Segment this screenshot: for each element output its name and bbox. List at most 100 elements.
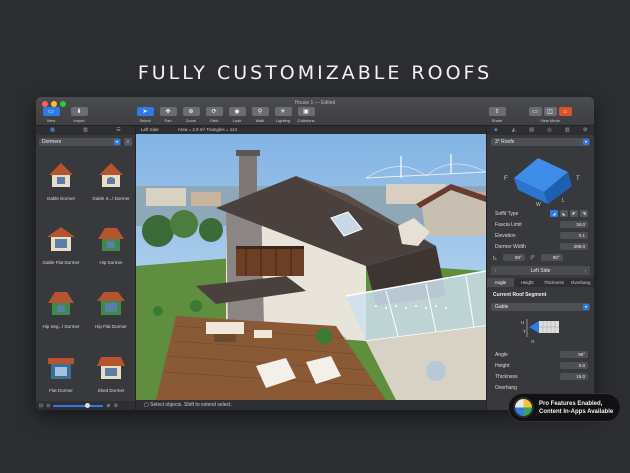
chevron-down-icon: ▾ [583, 304, 589, 310]
segment-tabs: Angle Height Thickness Overhang [487, 278, 594, 287]
share-button[interactable]: ⇧ Share [488, 107, 506, 123]
library-tab-materials[interactable]: ▥ [69, 126, 102, 135]
zoom-icon: ⊕ [182, 107, 200, 116]
search-icon[interactable]: ⌕ [124, 138, 132, 146]
view-mode-split-icon: ◫ [543, 107, 557, 116]
library-item[interactable]: Gable S...l Dormer [86, 157, 136, 213]
library-item[interactable]: Shed Dormer [86, 349, 136, 405]
look-tool-button[interactable]: ◉ Look [228, 107, 246, 123]
segment-angle-field[interactable]: 90° [560, 351, 588, 358]
promo-title: FULLY CUSTOMIZABLE ROOFS [137, 62, 493, 84]
settings-icon[interactable]: ⚙ [114, 403, 118, 409]
angle-b-field[interactable]: 90° [540, 254, 563, 261]
inspector-tab-material[interactable]: ◭ [505, 126, 523, 135]
inspector-tab-camera[interactable]: ◎ [540, 126, 558, 135]
segment-thickness-field[interactable]: 15.0 [560, 373, 588, 380]
pan-icon: ✥ [159, 107, 177, 116]
library-item[interactable]: Hip Dormer [86, 221, 136, 277]
slider-knob[interactable] [85, 402, 91, 408]
library-item[interactable]: Gable Dormer [36, 157, 86, 213]
tab-height[interactable]: Height [514, 278, 541, 287]
grid-view-icon[interactable]: ⊟ [39, 403, 43, 409]
gable-flat-dormer-thumbnail [47, 227, 75, 251]
chevron-left-icon[interactable]: ‹ [491, 268, 500, 274]
toolbar-left: ▭ View ⬇ Import [40, 107, 90, 123]
orbit-tool-button[interactable]: ⟳ Orbit [205, 107, 223, 123]
elevation-row: Elevation 0.1 [487, 230, 594, 241]
pan-tool-button[interactable]: ✥ Pan [159, 107, 177, 123]
chevron-right-icon[interactable]: › [581, 268, 590, 274]
fascia-limit-field[interactable]: 34.0 [560, 221, 588, 228]
svg-text:L: L [562, 198, 565, 204]
document-title: House 1 — Edited [294, 100, 336, 106]
dormer-width-row: Dormer Width 289.0 [487, 241, 594, 252]
hip-dormer-thumbnail [98, 228, 124, 251]
app-logo [513, 397, 534, 418]
angle-a-field[interactable]: 90° [502, 254, 525, 261]
library-item[interactable]: Gable Flat Dormer [36, 221, 86, 277]
zoom-out-icon[interactable]: ⊖ [46, 403, 50, 409]
import-button[interactable]: ⬇ Import [68, 107, 90, 123]
select-tool-button[interactable]: ➤ Select [136, 107, 154, 123]
scene-stats: Area = 2.9 m² Triangles = 114 [177, 127, 237, 132]
status-text: Select objects. Shift to extend select. [150, 402, 232, 408]
angle-right-icon: ◸ [530, 254, 535, 261]
collisions-tool-button[interactable]: ▣ Collisions [297, 107, 315, 123]
library-tab-objects[interactable]: ▦ [36, 126, 69, 135]
segment-title: Current Roof Segment [493, 292, 547, 298]
toolbar-tools: ➤ Select ✥ Pan ⊕ Zoom ⟳ Orbit ◉ Look ⚲ Walk ☀ L… [136, 107, 315, 123]
side-selector[interactable]: ‹ Left Side › [491, 266, 590, 275]
soffit-type-2-button[interactable]: ◣ [560, 210, 568, 217]
tab-angle[interactable]: Angle [487, 278, 514, 287]
svg-text:O: O [531, 339, 535, 344]
3d-scene[interactable] [136, 126, 486, 400]
inspector-tab-settings[interactable]: ⚙ [576, 126, 594, 135]
walk-tool-button[interactable]: ⚲ Walk [251, 107, 269, 123]
viewport-header: Left Side Area = 2.9 m² Triangles = 114 [136, 126, 486, 134]
soffit-type-4-button[interactable]: ◥ [580, 210, 588, 217]
category-select[interactable]: Dormers ▾ [39, 138, 121, 146]
dormer-width-field[interactable]: 289.0 [560, 243, 588, 250]
library-item[interactable]: Hip Seg...l Dormer [36, 285, 86, 341]
inspector-tab-object[interactable]: ◈ [487, 126, 505, 135]
library-item[interactable]: Flat Dormer [36, 349, 86, 405]
segment-height-row: Height 0.0 [487, 360, 594, 371]
look-icon: ◉ [228, 107, 246, 116]
inspector-tabs: ◈ ◭ ▤ ◎ ▥ ⚙ [487, 126, 594, 135]
tab-thickness[interactable]: Thickness [541, 278, 568, 287]
segment-diagram: H T O [521, 319, 559, 344]
soffit-type-1-button[interactable]: ◢ [550, 210, 558, 217]
hip-segmental-dormer-thumbnail [48, 292, 74, 315]
library-tab-list[interactable]: ☰ [102, 126, 135, 135]
title-bar: House 1 — Edited ▭ View ⬇ Import ➤ Select… [36, 97, 594, 126]
roof-diagram: F T W L [504, 158, 580, 208]
fascia-limit-row: Fascia Limit 34.0 [487, 219, 594, 230]
segment-type-select[interactable]: Gable ▾ [491, 303, 590, 311]
walk-icon: ⚲ [251, 107, 269, 116]
object-type-select[interactable]: 3° Roofs ▾ [491, 138, 590, 146]
inspector-tab-text[interactable]: ▥ [558, 126, 576, 135]
angle-left-icon: ◺ [493, 254, 497, 261]
zoom-in-icon[interactable]: ⊕ [106, 403, 110, 409]
library-item[interactable]: Hip Flat Dormer [86, 285, 136, 341]
select-icon: ➤ [136, 107, 154, 116]
zoom-tool-button[interactable]: ⊕ Zoom [182, 107, 200, 123]
segment-overhang-row: Overhang [495, 384, 517, 391]
svg-text:W: W [536, 202, 541, 208]
badge-line-2: Content In-Apps Available [539, 408, 614, 415]
view-button[interactable]: ▭ View [40, 107, 62, 123]
badge-line-1: Pro Features Enabled, [539, 400, 603, 407]
collisions-icon: ▣ [297, 107, 315, 116]
3d-viewport[interactable]: Left Side Area = 2.9 m² Triangles = 114 [136, 126, 486, 400]
view-mode-button[interactable]: ▭ ◫ ⌂ View Mode [520, 107, 580, 123]
view-mode-2d-icon: ▭ [528, 107, 542, 116]
thumbnail-size-slider[interactable] [53, 402, 104, 408]
lighting-tool-button[interactable]: ☀ Lighting [274, 107, 292, 123]
segment-height-field[interactable]: 0.0 [560, 362, 588, 369]
elevation-field[interactable]: 0.1 [560, 232, 588, 239]
soffit-type-3-button[interactable]: ◤ [570, 210, 578, 217]
share-icon: ⇧ [488, 107, 506, 116]
inspector-tab-layer[interactable]: ▤ [523, 126, 541, 135]
dormer-grid: Gable Dormer Gable S...l Dormer Gable Fl… [36, 149, 135, 405]
tab-overhang[interactable]: Overhang [567, 278, 594, 287]
